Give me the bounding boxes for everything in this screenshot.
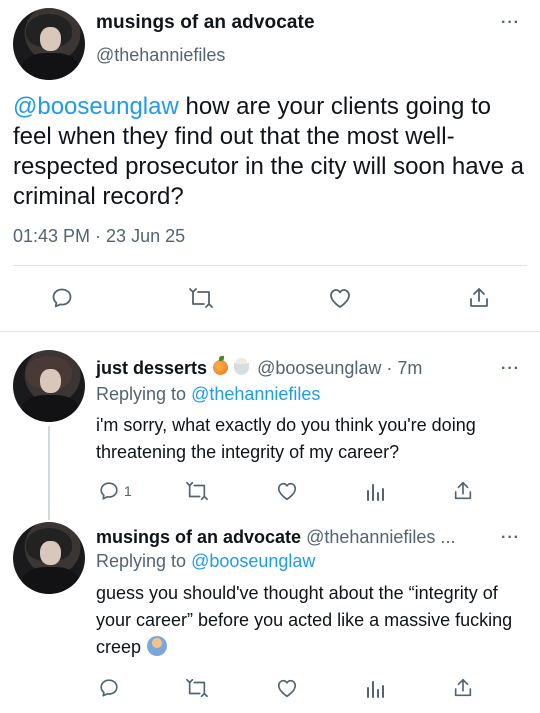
divider (0, 331, 540, 332)
share-icon[interactable] (452, 677, 474, 699)
tweet-timestamp[interactable]: 01:43 PM · 23 Jun 25 (13, 226, 185, 247)
like-icon[interactable] (275, 480, 299, 502)
mention-link[interactable]: @booseunglaw (13, 93, 179, 120)
avatar[interactable] (13, 8, 85, 80)
display-name[interactable]: musings of an advocate (96, 527, 301, 547)
more-options-icon[interactable]: ··· (501, 529, 520, 547)
replying-label: Replying to (96, 384, 192, 404)
thread-line (48, 426, 50, 520)
more-options-icon[interactable]: ··· (501, 360, 520, 378)
avatar[interactable] (13, 350, 85, 422)
replying-label: Replying to (96, 551, 192, 571)
retweet-icon[interactable] (185, 677, 209, 699)
like-icon[interactable] (275, 677, 299, 699)
share-icon[interactable] (467, 286, 491, 310)
reply-header: just desserts @booseunglaw · 7m (96, 356, 422, 379)
replying-to: Replying to @thehanniefiles (96, 384, 320, 405)
reply-icon[interactable] (98, 677, 120, 699)
ice-cream-cup-emoji (234, 358, 250, 375)
replying-to: Replying to @booseunglaw (96, 551, 315, 572)
analytics-icon[interactable] (365, 677, 385, 699)
share-icon[interactable] (452, 480, 474, 502)
avatar[interactable] (13, 522, 85, 594)
like-icon[interactable] (327, 286, 353, 310)
tweet-text: @booseunglaw how are your clients going … (13, 92, 528, 212)
handle-and-time[interactable]: @booseunglaw · 7m (257, 358, 422, 378)
person-shrugging-emoji (147, 636, 168, 656)
more-options-icon[interactable]: ··· (501, 14, 520, 32)
reply-header: musings of an advocate @thehanniefiles .… (96, 527, 455, 548)
reply-text: guess you should've thought about the “i… (96, 580, 526, 661)
handle[interactable]: @thehanniefiles (96, 45, 225, 66)
retweet-icon[interactable] (185, 480, 209, 502)
retweet-icon[interactable] (188, 286, 214, 310)
display-name[interactable]: just desserts (96, 358, 207, 378)
replying-to-link[interactable]: @thehanniefiles (191, 384, 320, 404)
reply-text: i'm sorry, what exactly do you think you… (96, 415, 476, 462)
analytics-icon[interactable] (365, 480, 385, 502)
divider (13, 265, 527, 266)
reply-icon[interactable] (50, 286, 74, 310)
reply-icon[interactable] (98, 480, 120, 502)
tangerine-emoji (213, 356, 229, 375)
replying-to-link[interactable]: @booseunglaw (191, 551, 315, 571)
handle-and-time[interactable]: @thehanniefiles ... (306, 527, 455, 547)
main-tweet: musings of an advocate @thehanniefiles ·… (0, 0, 540, 330)
display-name[interactable]: musings of an advocate (96, 12, 315, 34)
reply-count: 1 (124, 483, 132, 499)
